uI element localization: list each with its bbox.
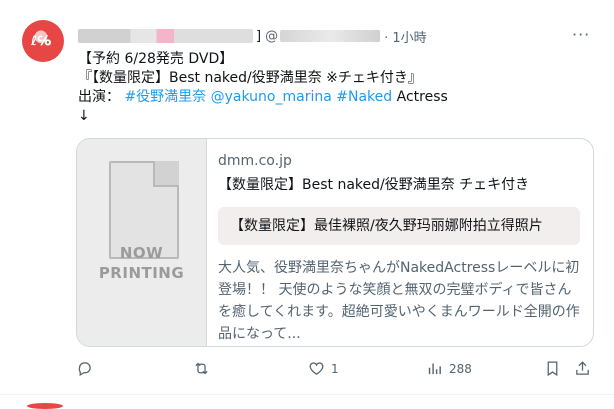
views-button[interactable]: 288 [426,360,472,377]
reply-icon [78,362,91,377]
tweet-line: 【予約 6/28発売 DVD】 [78,51,234,67]
tweet[interactable]: ℓ℅ ] @ · 1小時 ··· 【予約 6/28発売 DVD】 『【数量限定】… [0,0,614,395]
bookmark-icon [547,361,558,377]
timestamp[interactable]: · 1小時 [384,27,427,46]
blurred-display-name[interactable] [78,29,253,43]
card-title: 【数量限定】Best naked/役野満里奈 チェキ付き [218,177,530,193]
card-text: dmm.co.jp 【数量限定】Best naked/役野満里奈 チェキ付き 【… [218,151,580,345]
name-bracket: ] [256,28,262,44]
share-icon [576,361,589,375]
cast-label: 出演： [78,89,120,105]
views-icon [428,363,441,375]
cast-line: 出演： #役野満里奈 @yakuno_marina #Naked Actress [78,88,578,107]
reply-button[interactable] [76,360,93,377]
card-thumbnail[interactable]: NOW PRINTING [77,139,207,346]
link-card[interactable]: NOW PRINTING dmm.co.jp 【数量限定】Best naked/… [76,138,594,347]
tweet-line: 『【数量限定】Best naked/役野満里奈 ※チェキ付き』 [78,70,422,86]
card-domain: dmm.co.jp [218,153,292,169]
retweet-button[interactable] [193,360,210,377]
next-tweet-avatar[interactable] [27,403,63,409]
blurred-handle[interactable] [280,30,381,42]
hashtag-link[interactable]: #Naked [336,89,392,105]
heart-icon [309,362,324,375]
tweet-divider [0,394,614,395]
tweet-text: 【予約 6/28発売 DVD】 『【数量限定】Best naked/役野満里奈 … [78,50,578,126]
hashtag-link[interactable]: #役野満里奈 [124,89,206,105]
avatar[interactable]: ℓ℅ [22,20,64,62]
card-description: 大人気、役野満里奈ちゃんがNakedActressレーベルに初登場！！ 天使のよ… [218,260,580,342]
now-printing-label: NOW PRINTING [77,243,206,283]
now-text: NOW [119,244,164,262]
retweet-icon [195,362,208,375]
view-count: 288 [449,361,472,376]
down-arrow: ↓ [78,108,90,124]
document-fold [153,161,179,187]
cast-tail: Actress [396,89,448,105]
handle-prefix[interactable]: @ [265,29,278,44]
like-button[interactable]: 1 [308,360,339,377]
mention-link[interactable]: @yakuno_marina [211,89,332,105]
printing-text: PRINTING [98,264,185,282]
bookmark-button[interactable] [544,360,561,377]
like-count: 1 [331,361,339,376]
more-icon[interactable]: ··· [572,25,590,44]
action-bar: 1 288 [76,358,596,382]
tweet-header: ] @ · 1小時 [78,27,427,46]
share-button[interactable] [574,360,591,377]
translated-quote: 【数量限定】最佳裸照/夜久野玛丽娜附拍立得照片 [218,207,580,245]
avatar-logo: ℓ℅ [31,34,52,49]
